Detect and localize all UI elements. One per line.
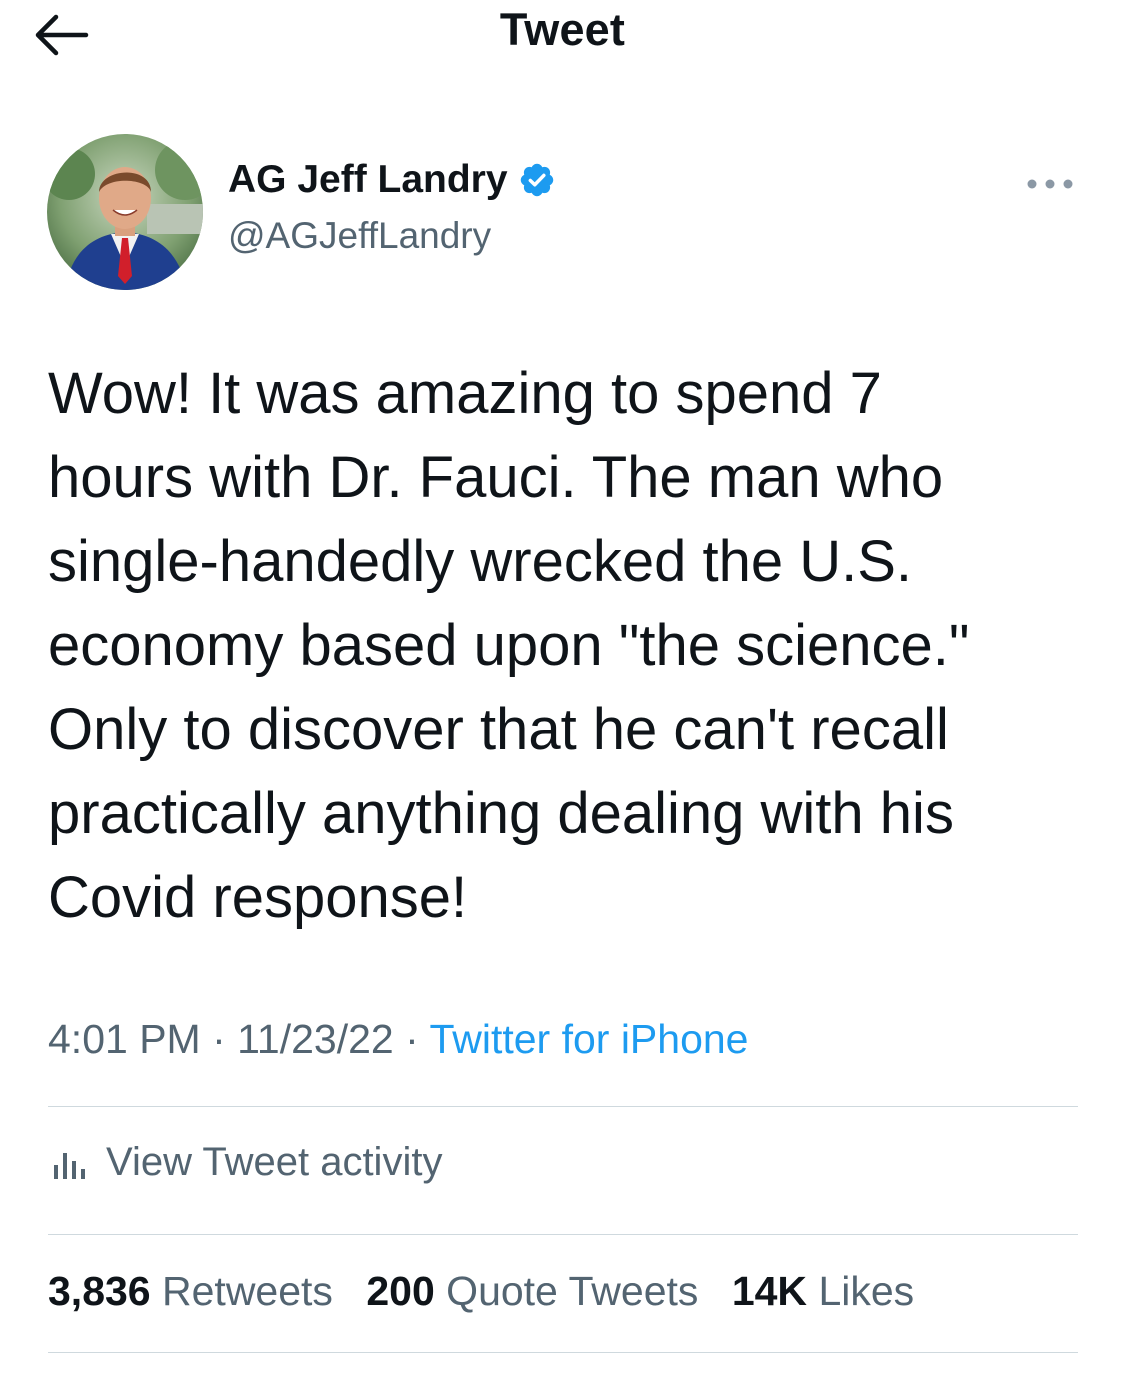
likes-stat[interactable]: 14K Likes [732,1268,914,1314]
quote-tweets-count: 200 [366,1268,435,1314]
view-tweet-activity-label: View Tweet activity [106,1140,443,1184]
likes-label: Likes [818,1268,915,1314]
page-title: Tweet [499,4,626,55]
more-options-button[interactable] [1024,172,1076,196]
likes-count: 14K [731,1268,808,1314]
avatar[interactable] [47,134,203,290]
retweets-count: 3,836 [48,1268,151,1314]
ellipsis-icon [1027,179,1073,189]
tweet-time: 4:01 PM [48,1016,201,1062]
tweet-source-link[interactable]: Twitter for iPhone [429,1016,748,1062]
divider [48,1352,1078,1353]
tweet-date: 11/23/22 [237,1016,394,1062]
view-tweet-activity-button[interactable]: View Tweet activity [48,1140,442,1185]
tweet-stats: 3,836 Retweets 200 Quote Tweets 14K Like… [48,1268,936,1315]
divider [48,1106,1078,1107]
verified-badge-icon [520,163,553,197]
author-display-name: AG Jeff Landry [228,158,508,201]
quote-tweets-label: Quote Tweets [446,1268,699,1314]
divider [48,1234,1078,1235]
meta-separator: · [212,1016,226,1062]
author-name[interactable]: AG Jeff Landry [228,158,556,202]
meta-separator: · [405,1016,419,1062]
tweet-text: Wow! It was amazing to spend 7 hours wit… [48,361,970,930]
tweet-meta: 4:01 PM · 11/23/22 · Twitter for iPhone [48,1016,748,1063]
retweets-stat[interactable]: 3,836 Retweets [48,1268,333,1314]
avatar-image [47,134,203,290]
quote-tweets-stat[interactable]: 200 Quote Tweets [366,1268,698,1314]
bar-chart-icon [54,1152,85,1179]
author-handle[interactable]: @AGJeffLandry [228,215,491,257]
retweets-label: Retweets [162,1268,333,1314]
